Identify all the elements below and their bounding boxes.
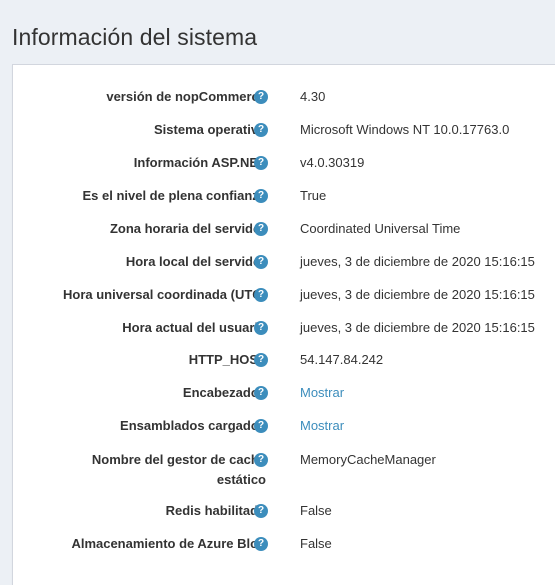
help-icon[interactable]: ? — [254, 386, 268, 400]
row-label-line1: Nombre del gestor de caché — [91, 452, 266, 467]
row-value: jueves, 3 de diciembre de 2020 15:16:15 — [300, 320, 535, 335]
show-assemblies-link[interactable]: Mostrar — [300, 416, 344, 436]
help-icon[interactable]: ? — [254, 189, 268, 203]
row-label: Hora local del servidor — [125, 254, 266, 269]
row-label: Almacenamiento de Azure Blob — [71, 536, 266, 551]
help-icon[interactable]: ? — [254, 321, 268, 335]
row-label: Zona horaria del servidor — [109, 221, 266, 236]
help-icon[interactable]: ? — [254, 255, 268, 269]
help-icon[interactable]: ? — [254, 90, 268, 104]
row-label: Ensamblados cargados — [120, 418, 266, 433]
row-value: Microsoft Windows NT 10.0.17763.0 — [300, 122, 510, 137]
row-value: 54.147.84.242 — [300, 352, 384, 367]
row-label: HTTP_HOST — [188, 352, 266, 367]
row-label: Redis habilitado — [165, 503, 266, 518]
row-label: Sistema operativo — [154, 122, 266, 137]
row-value: v4.0.30319 — [300, 155, 365, 170]
row-value: 4.30 — [300, 89, 326, 104]
row-value: MemoryCacheManager — [300, 452, 436, 467]
show-headers-link[interactable]: Mostrar — [300, 383, 344, 403]
row-label: Nombre del gestor de caché estático — [46, 450, 266, 490]
help-icon[interactable]: ? — [254, 222, 268, 236]
help-icon[interactable]: ? — [254, 537, 268, 551]
row-label: Información ASP.NET — [133, 155, 266, 170]
help-icon[interactable]: ? — [254, 453, 268, 467]
page-title: Información del sistema — [12, 24, 258, 51]
row-label: Es el nivel de plena confianza — [82, 188, 266, 203]
help-icon[interactable]: ? — [254, 288, 268, 302]
row-value: False — [300, 536, 332, 551]
row-value: jueves, 3 de diciembre de 2020 15:16:15 — [300, 254, 535, 269]
row-label: Encabezados — [182, 385, 266, 400]
help-icon[interactable]: ? — [254, 353, 268, 367]
row-label: versión de nopCommerce — [106, 89, 266, 104]
help-icon[interactable]: ? — [254, 419, 268, 433]
help-icon[interactable]: ? — [254, 156, 268, 170]
help-icon[interactable]: ? — [254, 123, 268, 137]
help-icon[interactable]: ? — [254, 504, 268, 518]
row-value: False — [300, 503, 332, 518]
row-value: Coordinated Universal Time — [300, 221, 461, 236]
row-label-line2: estático — [216, 472, 266, 487]
row-label: Hora actual del usuario — [122, 320, 266, 335]
row-value: True — [300, 188, 327, 203]
system-info-panel: versión de nopCommerce ? 4.30 Sistema op… — [12, 64, 555, 585]
row-label: Hora universal coordinada (UTC) — [63, 287, 266, 302]
row-value: jueves, 3 de diciembre de 2020 15:16:15 — [300, 287, 535, 302]
